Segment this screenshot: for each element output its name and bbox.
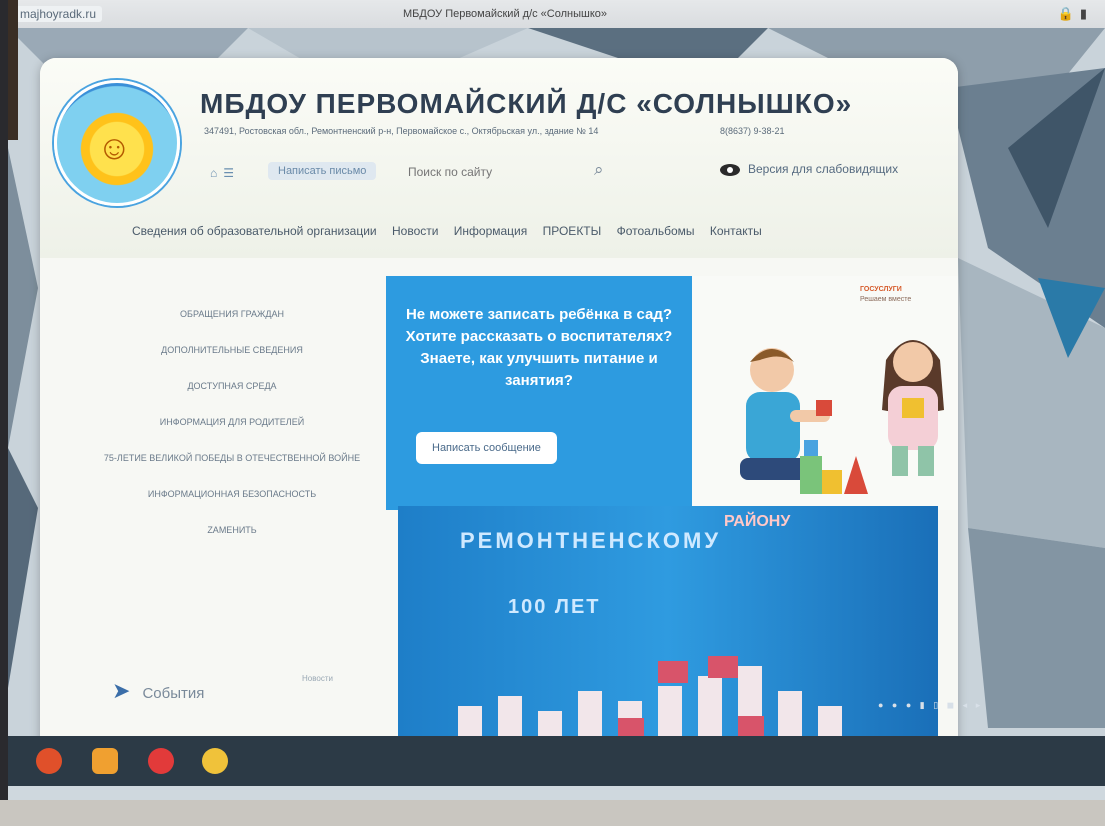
girl-illustration (882, 340, 944, 476)
site-title: МБДОУ ПЕРВОМАЙСКИЙ Д/С «СОЛНЫШКО» (200, 88, 853, 119)
vision-version-label: Версия для слабовидящих (748, 162, 899, 176)
nav-item-photo-albums[interactable]: Фотоальбомы (617, 224, 695, 238)
sidebar-item-accessible[interactable]: Доступная среда (102, 380, 362, 392)
photo-caption-2: 100 ЛЕТ (508, 596, 601, 618)
event-photo[interactable]: РЕМОНТНЕНСКОМУ 100 ЛЕТ РАЙОНУ (398, 506, 938, 758)
write-message-button[interactable]: Написать сообщение (416, 432, 557, 464)
sun-icon: ☺ (97, 129, 132, 167)
nav-item-projects[interactable]: ПРОЕКТЫ (543, 224, 602, 238)
feedback-banner: Не можете записать ребёнка в сад? Хотите… (386, 276, 692, 510)
search-input[interactable] (406, 160, 585, 184)
nav-item-information[interactable]: Информация (454, 224, 527, 238)
monitor-bezel (0, 800, 1105, 826)
nav-item-contacts[interactable]: Контакты (710, 224, 762, 238)
events-label: События (142, 685, 205, 702)
write-letter-button[interactable]: Написать письмо (268, 162, 377, 180)
sidebar-item-replace[interactable]: Zаменить (102, 524, 362, 536)
photo-caption-1: РЕМОНТНЕНСКОМУ (460, 528, 722, 553)
address: 347491, Ростовская обл., Ремонтненский р… (204, 126, 599, 136)
photo-caption-vertical: РАЙОНУ (724, 513, 791, 530)
folder-icon[interactable] (92, 748, 118, 774)
bird-icon: ➤ (112, 678, 131, 703)
nav-item-info[interactable]: Сведения об образовательной организации (132, 224, 377, 238)
sidebar-item-security[interactable]: Информационная безопасность (102, 488, 362, 500)
address-bar[interactable]: majhoyradk.ru (14, 6, 103, 22)
opera-icon[interactable] (36, 748, 62, 774)
screen: majhoyradk.ru МБДОУ Первомайский д/с «Со… (8, 0, 1105, 800)
gosuslugi-label: ГОСУСЛУГИ (860, 286, 902, 293)
site-header: ☺ МБДОУ ПЕРВОМАЙСКИЙ Д/С «СОЛНЫШКО» 3474… (40, 58, 958, 258)
bookmark-icon[interactable]: ▮ (1080, 6, 1093, 21)
yandex-icon[interactable] (148, 748, 174, 774)
phone: 8(8637) 9-38-21 (720, 126, 785, 136)
sitemap-icon[interactable]: ☰ (223, 166, 240, 180)
taskbar (8, 736, 1105, 786)
header-small-icons: ⌂☰ (210, 166, 240, 180)
toy-blocks (800, 440, 868, 494)
photo-edge (8, 0, 18, 140)
eye-icon (720, 163, 740, 176)
website-card: ☺ МБДОУ ПЕРВОМАЙСКИЙ Д/С «СОЛНЫШКО» 3474… (40, 58, 958, 758)
gosuslugi-sub: Решаем вместе (860, 296, 912, 303)
search-icon[interactable]: ⌕ (594, 160, 604, 180)
events-news-link[interactable]: Новости (302, 674, 333, 683)
system-tray[interactable]: ● ● ● ▮ ▯ ◼ ◂ ▸ (878, 700, 983, 711)
lock-icon[interactable]: 🔒 (1058, 6, 1080, 21)
tab-title: МБДОУ Первомайский д/с «Солнышко» (403, 8, 608, 20)
banner-illustration: ГОСУСЛУГИ Решаем вместе (692, 276, 958, 510)
sidebar-item-parents[interactable]: Информация для родителей (102, 416, 362, 428)
vision-version-link[interactable]: Версия для слабовидящих (720, 162, 898, 176)
browser-bar: majhoyradk.ru МБДОУ Первомайский д/с «Со… (8, 0, 1105, 29)
logo[interactable]: ☺ (54, 80, 180, 206)
nav-item-news[interactable]: Новости (392, 224, 438, 238)
sidebar-item-victory[interactable]: 75-летие Великой Победы в Отечественной … (102, 452, 362, 464)
sidebar-item-appeals[interactable]: Обращения граждан (102, 308, 362, 320)
sidebar-item-additional[interactable]: Дополнительные сведения (102, 344, 362, 356)
banner-text: Не можете записать ребёнка в сад? Хотите… (405, 306, 673, 389)
search-area: ⌕ (406, 160, 616, 184)
main-nav: Сведения об образовательной организации … (132, 224, 774, 238)
yandex-browser-icon[interactable] (202, 748, 228, 774)
home-icon[interactable]: ⌂ (210, 166, 223, 180)
browser-controls[interactable]: 🔒▮ (1058, 6, 1093, 22)
events-section[interactable]: ➤ События (112, 678, 204, 704)
sidebar-menu: Обращения граждан Дополнительные сведени… (102, 308, 362, 560)
